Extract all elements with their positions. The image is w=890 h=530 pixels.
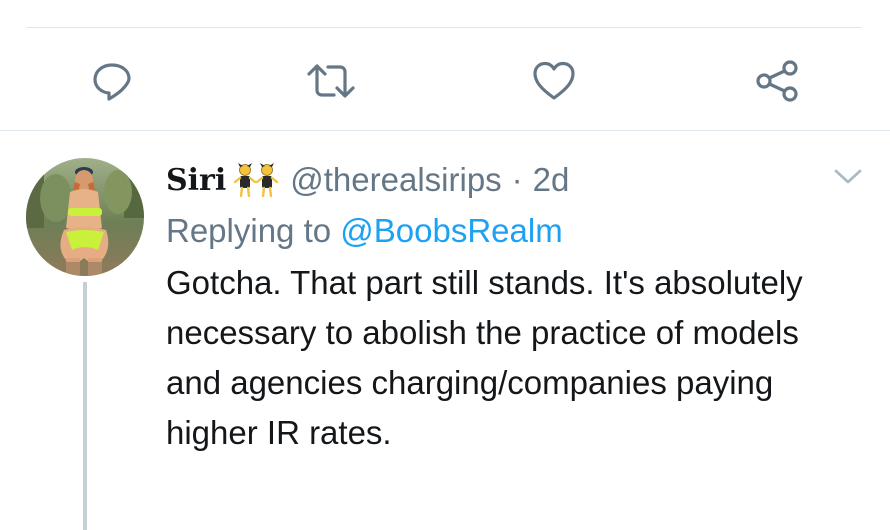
tweet-header: Siri @therealsirips · 2d (166, 156, 856, 204)
share-icon (754, 59, 800, 103)
tweet-text: Gotcha. That part still stands. It's abs… (166, 264, 803, 451)
replying-to-handle[interactable]: @BoobsRealm (340, 212, 562, 249)
tweet-menu-button[interactable] (832, 164, 864, 188)
reply-button[interactable] (87, 56, 137, 106)
dancing-people-emoji-icon (234, 162, 279, 198)
avatar[interactable] (26, 158, 144, 276)
meta-separator: · (511, 161, 523, 198)
replying-to-label: Replying to (166, 212, 332, 249)
like-button[interactable] (529, 56, 579, 106)
retweet-icon (306, 60, 356, 102)
section-divider (0, 130, 890, 131)
chevron-down-icon (832, 169, 864, 192)
heart-icon (532, 60, 576, 102)
tweet-timestamp[interactable]: 2d (533, 161, 570, 199)
top-divider (26, 27, 862, 28)
share-button[interactable] (752, 56, 802, 106)
retweet-button[interactable] (306, 56, 356, 106)
thread-connector-line (83, 282, 87, 530)
tweet-thread-view: Siri @therealsirips · 2d Replying to @Bo… (0, 0, 890, 530)
user-handle[interactable]: @therealsirips (290, 161, 501, 199)
replying-to-line: Replying to @BoobsRealm (166, 208, 856, 254)
reply-tweet[interactable]: Siri @therealsirips · 2d Replying to @Bo… (166, 156, 856, 458)
reply-icon (91, 60, 133, 102)
display-name[interactable]: Siri (166, 163, 226, 198)
tweet-action-bar (0, 50, 890, 110)
